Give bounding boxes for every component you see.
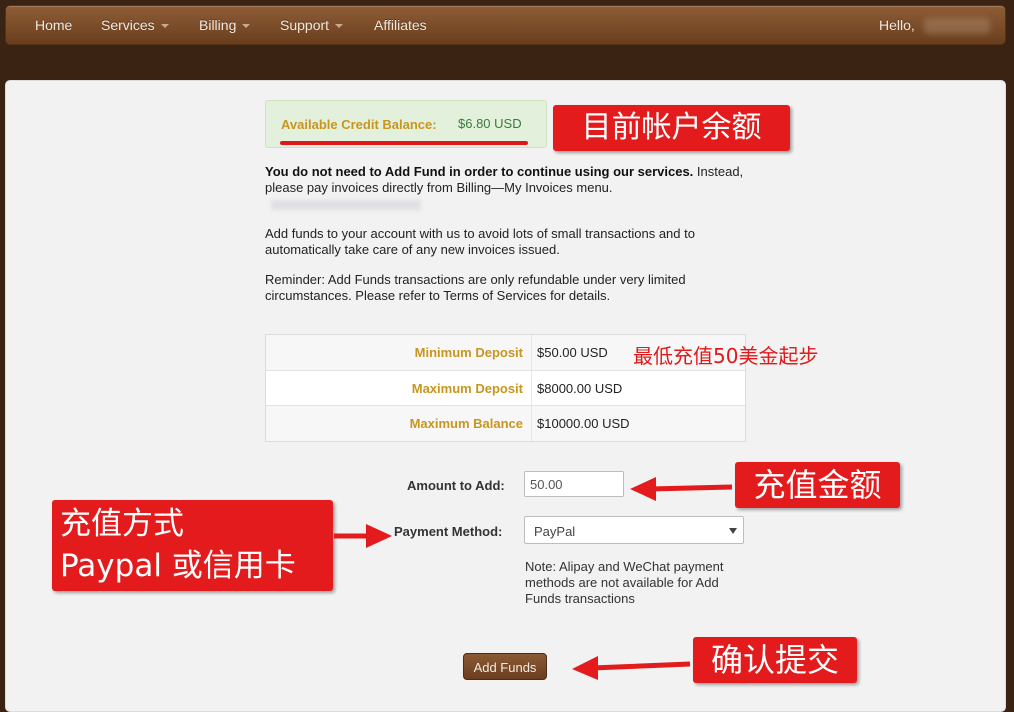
annotation-amount: 充值金额: [735, 462, 900, 508]
arrow-amount: [649, 484, 733, 492]
cell-divider: [531, 335, 532, 370]
info-paragraph: Add funds to your account with us to avo…: [265, 226, 695, 257]
arrow-method-head: [366, 524, 392, 548]
credit-balance-label: Available Credit Balance:: [281, 117, 437, 132]
arrow-amount-head: [630, 477, 656, 501]
redacted-text: [271, 199, 421, 210]
add-funds-button[interactable]: Add Funds: [463, 653, 547, 680]
arrow-submit: [591, 661, 691, 671]
table-row: Maximum Deposit $8000.00 USD: [266, 370, 745, 406]
annotation-balance: 目前帐户余额: [553, 105, 790, 151]
min-deposit-label: Minimum Deposit: [414, 345, 523, 360]
max-balance-label: Maximum Balance: [409, 416, 523, 431]
annotation-min-deposit: 最低充值50美金起步: [633, 344, 819, 368]
credit-balance-value: $6.80 USD: [458, 116, 522, 131]
annotation-method-line1: 充值方式: [60, 506, 184, 542]
payment-method-select[interactable]: PayPal: [524, 516, 744, 544]
payment-method-value: PayPal: [534, 524, 576, 539]
intro-paragraph: You do not need to Add Fund in order to …: [265, 164, 745, 212]
annotation-payment-method: 充值方式 Paypal 或信用卡: [52, 500, 333, 591]
table-row: Maximum Balance $10000.00 USD: [266, 405, 745, 441]
payment-note: Note: Alipay and WeChat payment methods …: [525, 559, 724, 606]
max-balance-value: $10000.00 USD: [537, 416, 630, 431]
add-funds-content: Available Credit Balance: $6.80 USD You …: [0, 0, 1014, 694]
amount-label: Amount to Add:: [407, 478, 505, 493]
arrow-submit-head: [572, 656, 598, 680]
max-deposit-value: $8000.00 USD: [537, 381, 623, 396]
dropdown-arrow-icon: [729, 528, 737, 534]
amount-input[interactable]: [524, 471, 624, 497]
annotation-underline: [280, 141, 528, 145]
annotation-method-line2: Paypal 或信用卡: [60, 548, 296, 584]
annotation-submit: 确认提交: [693, 637, 857, 683]
payment-method-label: Payment Method:: [394, 524, 503, 539]
min-deposit-value: $50.00 USD: [537, 345, 608, 360]
intro-bold-text: You do not need to Add Fund in order to …: [265, 164, 694, 179]
max-deposit-label: Maximum Deposit: [411, 381, 523, 396]
reminder-paragraph: Reminder: Add Funds transactions are onl…: [265, 272, 686, 303]
cell-divider: [531, 371, 532, 406]
cell-divider: [531, 406, 532, 441]
